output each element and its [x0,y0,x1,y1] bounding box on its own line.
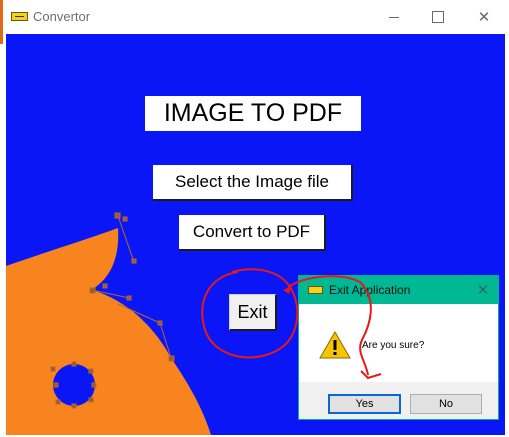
window-title: Convertor [33,9,91,24]
main-window: Convertor ✕ IMAGE TO PDF Select the Imag… [0,0,509,437]
exit-dialog: Exit Application ✕ Are you sure? Yes No [298,275,499,420]
dialog-title-bar[interactable]: Exit Application ✕ [299,276,498,304]
window-edge-accent [0,0,3,44]
dialog-close-button[interactable]: ✕ [473,280,493,300]
close-button[interactable]: ✕ [461,0,507,34]
app-icon [11,12,28,21]
minimize-button[interactable] [371,0,417,34]
dialog-message: Are you sure? [362,340,425,351]
title-bar[interactable]: Convertor ✕ [0,0,509,44]
select-image-button[interactable]: Select the Image file [153,165,353,201]
maximize-button[interactable] [415,0,461,34]
dialog-title: Exit Application [329,283,411,297]
yes-button[interactable]: Yes [328,394,401,414]
orange-shape [6,228,211,435]
maximize-icon [432,11,444,23]
page-heading: IMAGE TO PDF [145,96,361,131]
convert-to-pdf-button[interactable]: Convert to PDF [179,215,326,251]
no-button[interactable]: No [410,394,482,414]
exit-button[interactable]: Exit [229,294,277,331]
close-icon: ✕ [476,282,490,299]
close-icon: ✕ [477,9,491,26]
minimize-icon [389,16,399,18]
warning-icon [319,331,351,359]
dialog-app-icon [308,286,323,294]
